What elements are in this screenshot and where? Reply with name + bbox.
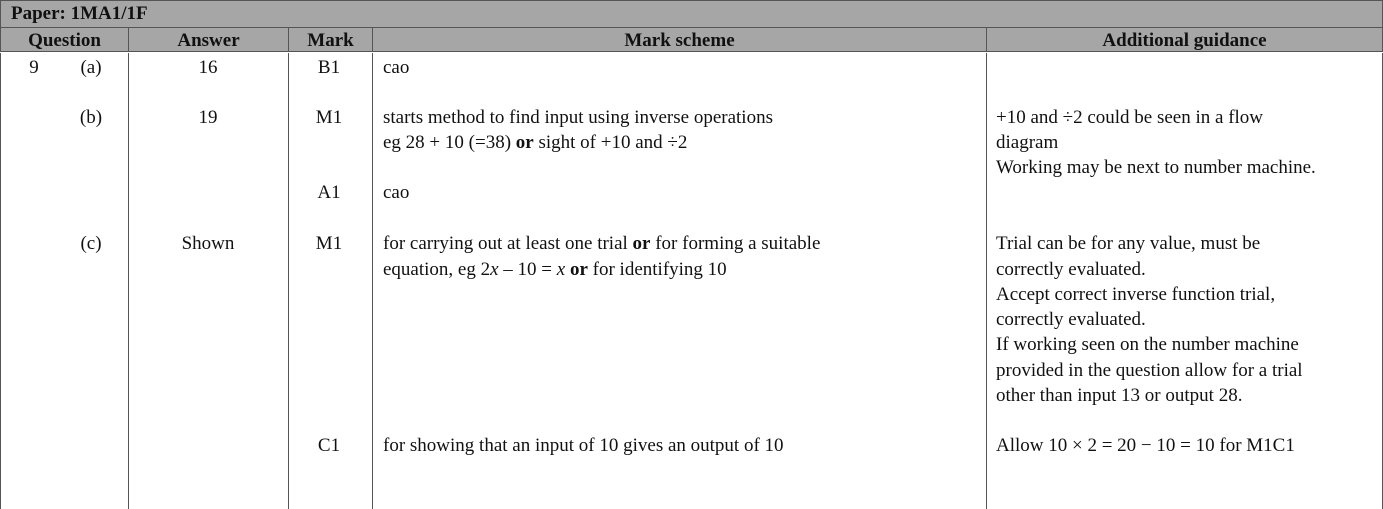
mark-c-m1: M1 [315,233,343,254]
part-label-a: (a) [80,57,102,78]
scheme-a: cao [383,57,410,78]
guidance-b-line: Working may be next to number machine. [996,157,1316,178]
guidance-c-line: other than input 13 or output 28. [996,385,1243,406]
answer-b: 19 [198,107,218,128]
mark-b-a1: A1 [317,182,341,203]
text: eg 28 + 10 (=38) [383,132,516,153]
paper-title: Paper: 1MA1/1F [11,3,148,24]
text: – 10 = [498,259,557,280]
guidance-b-line: diagram [996,132,1059,153]
text: for forming a suitable [650,233,821,254]
paper-title-bar: Paper: 1MA1/1F [0,0,1383,28]
column-divider [128,53,129,509]
text: for carrying out at least one trial [383,233,633,254]
column-divider [986,53,987,509]
guidance-c-line: correctly evaluated. [996,309,1146,330]
text: equation, eg 2 [383,259,491,280]
bold-or: or [632,233,651,254]
bold-or: or [569,259,588,280]
text: sight of +10 and ÷2 [533,132,688,153]
scheme-b-line2: eg 28 + 10 (=38) or sight of +10 and ÷2 [383,132,687,154]
column-divider [288,53,289,509]
part-label-c: (c) [80,233,102,254]
mark-b-m1: M1 [315,107,343,128]
column-divider [372,53,373,509]
guidance-c-c1: Allow 10 × 2 = 20 − 10 = 10 for M1C1 [996,435,1295,456]
guidance-c-line: Trial can be for any value, must be [996,233,1261,254]
text: for identifying 10 [587,259,727,280]
scheme-c-line2: equation, eg 2x – 10 = x or for identify… [383,259,727,281]
mark-c-c1: C1 [317,435,341,456]
header-answer: Answer [128,27,289,52]
answer-a: 16 [198,57,218,78]
scheme-c-line1: for carrying out at least one trial or f… [383,233,820,255]
scheme-b-a1: cao [383,182,410,203]
scheme-b-line1: starts method to find input using invers… [383,107,773,128]
variable-x: x [490,259,499,280]
bold-or: or [515,132,534,153]
guidance-c-line: If working seen on the number machine [996,334,1299,355]
column-divider [0,53,1,509]
header-additional-guidance: Additional guidance [986,27,1383,52]
guidance-c-line: provided in the question allow for a tri… [996,360,1303,381]
scheme-c-c1: for showing that an input of 10 gives an… [383,435,784,456]
guidance-c-line: Accept correct inverse function trial, [996,284,1276,305]
header-question: Question [0,27,129,52]
guidance-b-line: +10 and ÷2 could be seen in a flow [996,107,1264,128]
header-mark-scheme: Mark scheme [372,27,987,52]
variable-x: x [556,259,566,280]
part-label-b: (b) [79,107,103,128]
mark-a: B1 [317,57,341,78]
guidance-c-line: correctly evaluated. [996,259,1146,280]
header-mark: Mark [288,27,373,52]
answer-c: Shown [181,233,235,254]
question-number: 9 [29,57,39,78]
